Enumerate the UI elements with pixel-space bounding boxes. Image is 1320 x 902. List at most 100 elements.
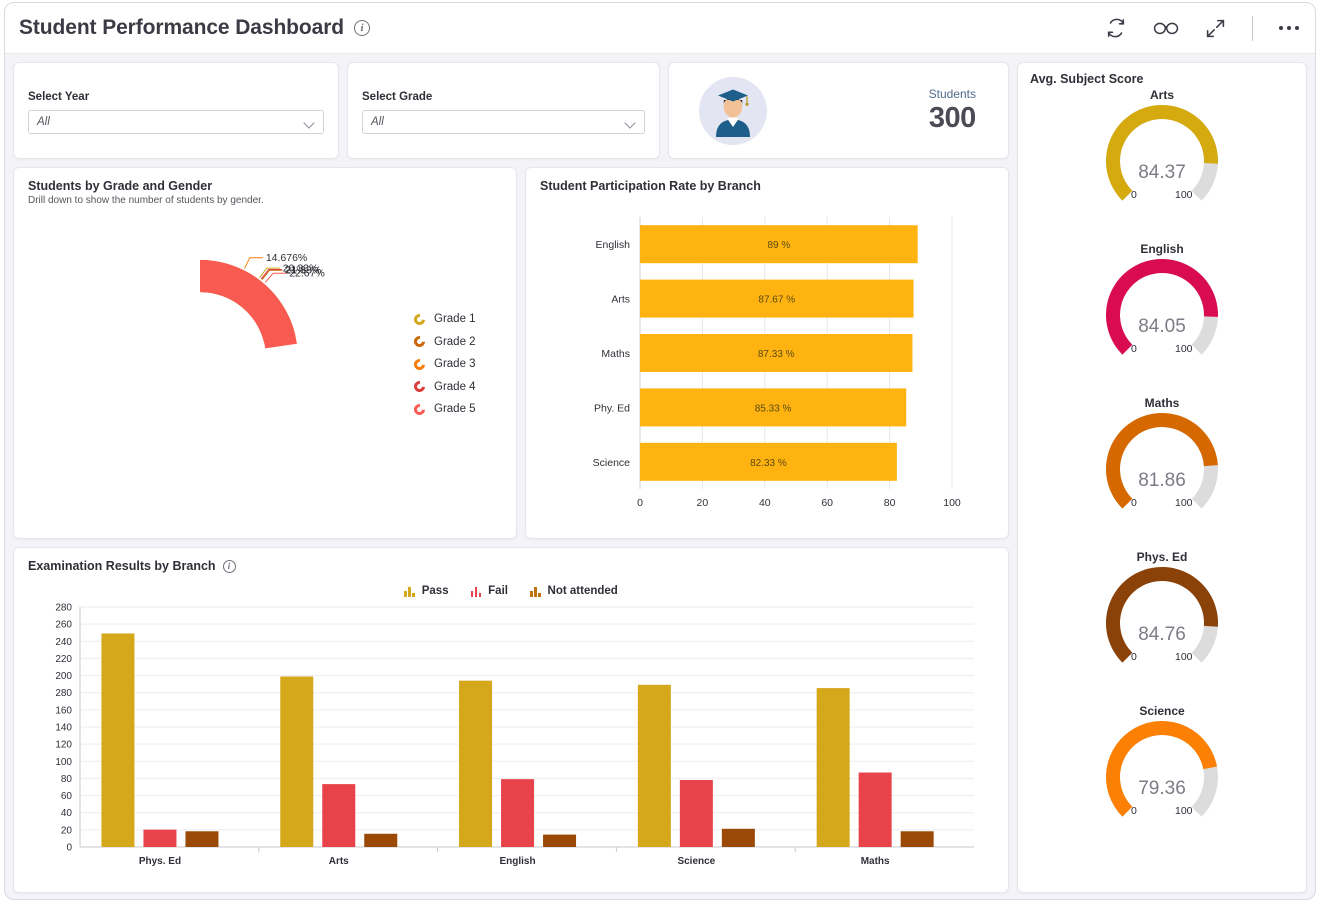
donut-chart[interactable]: 20.33%21.33%14.676%21%22.67% [28,210,428,510]
svg-text:40: 40 [61,808,73,819]
gauge-max-label: 100 [1175,343,1193,355]
gauge-label: English [1018,240,1306,256]
svg-text:Maths: Maths [861,856,890,867]
dashboard-frame: Student Performance Dashboard i [4,2,1316,900]
gauge-label: Maths [1018,394,1306,410]
svg-text:200: 200 [55,671,72,682]
svg-text:100: 100 [55,757,72,768]
svg-text:20: 20 [61,825,73,836]
svg-text:Arts: Arts [611,294,630,306]
legend-ring-icon [412,334,427,349]
gauge-min-label: 0 [1131,343,1137,355]
gauge-value: 84.37 [1018,162,1306,184]
glasses-icon[interactable] [1153,18,1179,38]
svg-text:89 %: 89 % [767,240,790,251]
participation-chart[interactable]: 020406080100English89 %Arts87.67 %Maths8… [540,199,992,539]
bar-chart-icon [404,586,415,597]
legend-item[interactable]: Grade 2 [414,336,476,348]
participation-card: Student Participation Rate by Branch 020… [525,167,1009,539]
exam-info-icon[interactable]: i [223,560,236,573]
avg-subject-score-panel: Avg. Subject Score Arts84.370100English8… [1017,62,1307,893]
svg-text:40: 40 [759,497,771,509]
select-grade-label: Select Grade [362,91,645,103]
gauge-science[interactable]: Science79.360100 [1018,702,1306,856]
students-kpi-value: 300 [929,102,976,135]
students-kpi-text: Students 300 [929,87,976,135]
mid-row: Students by Grade and Gender Drill down … [13,167,1009,539]
svg-text:82.33 %: 82.33 % [750,458,787,469]
svg-text:Phy. Ed: Phy. Ed [594,402,630,414]
svg-text:80: 80 [884,497,896,509]
students-by-grade-card: Students by Grade and Gender Drill down … [13,167,517,539]
more-options-icon[interactable] [1279,26,1299,30]
gauge-label: Phys. Ed [1018,548,1306,564]
svg-text:87.33 %: 87.33 % [758,349,795,360]
svg-text:60: 60 [61,791,73,802]
gauge-min-label: 0 [1131,651,1137,663]
legend-ring-icon [412,379,427,394]
svg-text:0: 0 [637,497,643,509]
svg-text:140: 140 [55,723,72,734]
refresh-icon[interactable] [1105,17,1127,39]
filters-row: Select Year All Select Grade All [13,62,1009,159]
exam-chart[interactable]: 280260240220200280160140120100806040200P… [28,599,988,884]
chevron-down-icon [625,117,636,128]
svg-text:240: 240 [55,637,72,648]
expand-icon[interactable] [1205,18,1226,39]
header-actions [1105,16,1299,41]
page-title: Student Performance Dashboard [19,16,344,40]
graduate-avatar-icon [699,77,767,145]
svg-text:Phys. Ed: Phys. Ed [139,856,181,867]
select-year-input[interactable]: All [28,110,324,134]
select-year-value: All [37,116,50,128]
filter-select-year: Select Year All [13,62,339,159]
gauge-maths[interactable]: Maths81.860100 [1018,394,1306,548]
students-kpi-card: Students 300 [668,62,1009,159]
legend-label: Grade 5 [434,403,476,415]
select-grade-input[interactable]: All [362,110,645,134]
legend-item-fail[interactable]: Fail [471,585,508,597]
svg-text:Science: Science [677,856,715,867]
exam-results-card: Examination Results by Branch i Pass [13,547,1009,893]
title-info-icon[interactable]: i [354,20,370,36]
participation-title: Student Participation Rate by Branch [540,179,994,193]
bar-chart-icon [471,586,482,597]
legend-item[interactable]: Grade 1 [414,313,476,325]
header-divider [1252,16,1253,41]
gauge-min-label: 0 [1131,805,1137,817]
legend-item-pass[interactable]: Pass [404,585,448,597]
students-kpi-label: Students [929,87,976,101]
svg-text:22.67%: 22.67% [289,268,325,280]
bar-chart-icon [530,586,541,597]
chevron-down-icon [304,117,315,128]
legend-item[interactable]: Grade 5 [414,403,476,415]
gauges-panel-title: Avg. Subject Score [1018,72,1306,86]
svg-text:English: English [596,239,631,251]
svg-text:60: 60 [821,497,833,509]
legend-label: Not attended [548,585,618,597]
select-year-label: Select Year [28,91,324,103]
legend-item[interactable]: Grade 4 [414,381,476,393]
gauge-english[interactable]: English84.050100 [1018,240,1306,394]
gauge-value: 81.86 [1018,470,1306,492]
legend-item-not-attended[interactable]: Not attended [530,585,618,597]
gauge-max-label: 100 [1175,189,1193,201]
svg-text:80: 80 [61,774,73,785]
svg-text:280: 280 [55,688,72,699]
legend-label: Grade 1 [434,313,476,325]
main-column: Select Year All Select Grade All [13,62,1009,893]
gauge-phys-ed[interactable]: Phys. Ed84.760100 [1018,548,1306,702]
legend-item[interactable]: Grade 3 [414,358,476,370]
gauge-min-label: 0 [1131,189,1137,201]
exam-legend: Pass Fail Not attended [28,585,994,597]
gauge-min-label: 0 [1131,497,1137,509]
legend-label: Pass [422,585,449,597]
gauge-value: 79.36 [1018,778,1306,800]
svg-text:English: English [499,856,535,867]
svg-text:160: 160 [55,705,72,716]
svg-text:0: 0 [66,843,72,854]
exam-title: Examination Results by Branch [28,559,216,573]
gauge-arts[interactable]: Arts84.370100 [1018,86,1306,240]
gauge-label: Science [1018,702,1306,718]
legend-ring-icon [412,401,427,416]
